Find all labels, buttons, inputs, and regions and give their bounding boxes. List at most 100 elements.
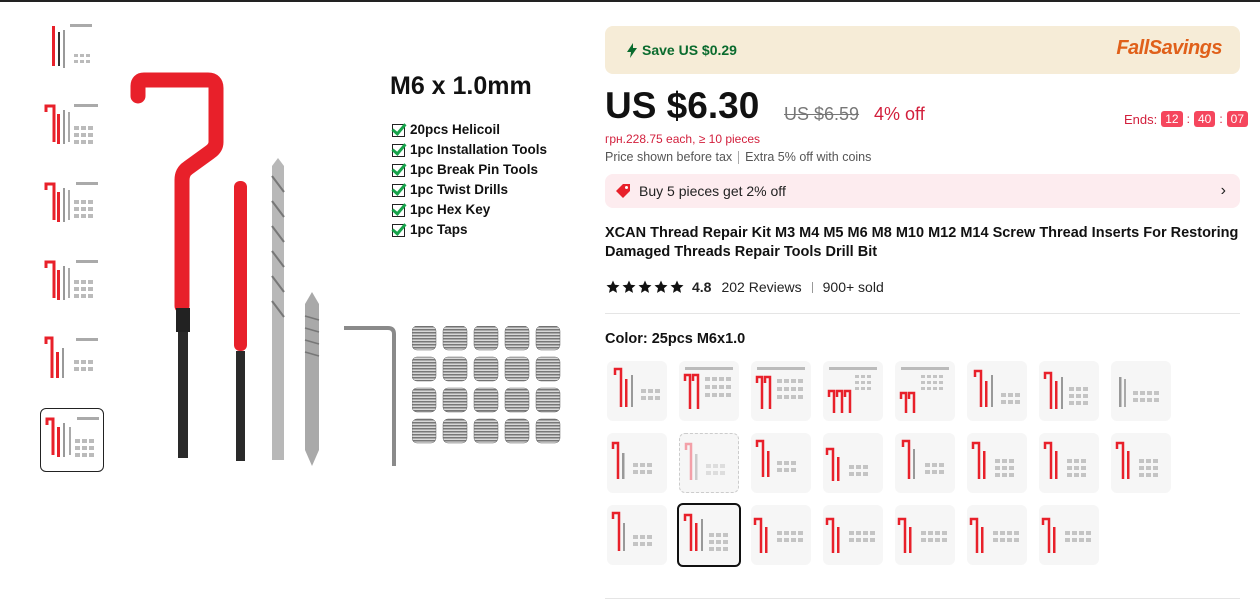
divider — [811, 281, 813, 293]
color-swatch[interactable] — [823, 433, 883, 493]
product-title: XCAN Thread Repair Kit M3 M4 M5 M6 M8 M1… — [605, 225, 1239, 260]
image-contents-item: 1pc Taps — [392, 220, 547, 240]
product-thumbnail-icon — [755, 439, 796, 477]
color-swatch[interactable] — [607, 433, 667, 493]
section-divider — [605, 313, 1240, 314]
color-swatch[interactable] — [607, 361, 667, 421]
image-contents-item: 20pcs Helicoil — [392, 120, 547, 140]
color-swatch[interactable] — [823, 361, 883, 421]
product-thumbnail-icon — [1115, 441, 1158, 479]
checkbox-icon — [392, 183, 405, 197]
checkbox-icon — [392, 123, 405, 137]
color-swatch[interactable] — [1039, 505, 1099, 565]
color-swatch[interactable] — [751, 505, 811, 565]
timer-minutes: 40 — [1193, 111, 1216, 127]
product-thumbnail-icon — [825, 447, 868, 481]
product-thumbnail-icon — [45, 417, 99, 457]
thumbnail-1[interactable] — [40, 18, 104, 82]
star-icon — [622, 280, 636, 293]
color-swatch[interactable] — [1111, 433, 1171, 493]
savings-banner: Save US $0.29 FallSavings — [605, 26, 1240, 74]
ends-label: Ends: — [1124, 111, 1158, 127]
color-swatch-selected[interactable] — [677, 503, 741, 567]
save-amount: Save US $0.29 — [627, 42, 737, 58]
color-swatch[interactable] — [679, 433, 739, 493]
product-thumbnail-icon — [611, 511, 652, 551]
sold-count: 900+ sold — [822, 279, 884, 295]
thumbnail-2[interactable] — [40, 96, 104, 160]
reviews-link[interactable]: 202 Reviews — [721, 279, 801, 295]
checkbox-icon — [392, 163, 405, 177]
bulk-price-note: грн.228.75 each, ≥ 10 pieces — [605, 132, 761, 146]
product-thumbnail-icon — [44, 182, 98, 222]
product-thumbnail-icon — [899, 367, 949, 413]
bulk-promo-banner[interactable]: Buy 5 pieces get 2% off › — [605, 174, 1240, 208]
product-thumbnail-icon — [827, 367, 877, 413]
image-contents-item: 1pc Twist Drills — [392, 180, 547, 200]
star-icon — [638, 280, 652, 293]
current-price: US $6.30 — [605, 85, 760, 126]
thumbnail-3[interactable] — [40, 174, 104, 238]
color-swatch[interactable] — [679, 361, 739, 421]
color-swatch[interactable] — [895, 505, 955, 565]
rating-score: 4.8 — [692, 279, 712, 295]
original-price: US $6.59 — [784, 104, 860, 124]
color-swatch[interactable] — [895, 361, 955, 421]
product-thumbnail-icon — [684, 442, 725, 480]
product-thumbnail-icon — [1119, 377, 1159, 407]
image-contents-list: 20pcs Helicoil 1pc Installation Tools 1p… — [392, 120, 547, 240]
product-thumbnail-icon — [1043, 441, 1086, 479]
color-swatch[interactable] — [751, 361, 811, 421]
discount-percent: 4% off — [874, 104, 925, 124]
thumbnail-6[interactable] — [40, 408, 104, 472]
checkbox-icon — [392, 203, 405, 217]
product-thumbnail-icon — [1043, 371, 1088, 409]
star-icon — [606, 280, 620, 293]
divider — [738, 151, 740, 164]
color-selection-label: Color: 25pcs M6x1.0 — [605, 331, 746, 347]
thumbnail-5[interactable] — [40, 330, 104, 394]
countdown-timer: Ends: 12 : 40 : 07 — [1124, 111, 1249, 127]
section-divider — [605, 598, 1240, 599]
tax-note: Price shown before tax — [605, 150, 733, 164]
color-swatch[interactable] — [751, 433, 811, 493]
product-thumbnail-icon — [1041, 517, 1091, 553]
color-swatch[interactable] — [895, 433, 955, 493]
star-rating — [606, 280, 684, 294]
product-thumbnail-icon — [901, 439, 944, 479]
product-thumbnail-icon — [52, 24, 92, 68]
color-swatch[interactable] — [823, 505, 883, 565]
product-thumbnail-icon — [973, 369, 1020, 407]
color-swatch[interactable] — [967, 361, 1027, 421]
lightning-icon — [627, 42, 637, 58]
rating-row: 4.8 202 Reviews 900+ sold — [606, 279, 884, 295]
timer-separator: : — [1219, 112, 1223, 126]
color-swatch[interactable] — [1039, 433, 1099, 493]
product-thumbnail-icon — [971, 441, 1014, 479]
checkbox-icon — [392, 143, 405, 157]
checkbox-icon — [392, 223, 405, 237]
fall-savings-logo: FallSavings — [1116, 37, 1222, 59]
color-swatch[interactable] — [967, 433, 1027, 493]
coins-note: Extra 5% off with coins — [745, 150, 872, 164]
image-contents-item: 1pc Break Pin Tools — [392, 160, 547, 180]
tax-note-row: Price shown before tax Extra 5% off with… — [605, 150, 871, 164]
top-border — [0, 0, 1260, 2]
timer-seconds: 07 — [1226, 111, 1249, 127]
thumbnail-strip — [40, 18, 106, 486]
chevron-right-icon: › — [1220, 182, 1226, 199]
product-thumbnail-icon — [613, 367, 660, 407]
product-thumbnail-icon — [44, 336, 98, 378]
thumbnail-4[interactable] — [40, 252, 104, 316]
product-thumbnail-icon — [44, 104, 98, 144]
color-swatch[interactable] — [607, 505, 667, 565]
product-thumbnail-icon — [753, 517, 803, 553]
color-swatch[interactable] — [967, 505, 1027, 565]
timer-separator: : — [1186, 112, 1190, 126]
product-thumbnail-icon — [44, 260, 98, 300]
star-icon — [654, 280, 668, 293]
image-contents-item: 1pc Installation Tools — [392, 140, 547, 160]
timer-hours: 12 — [1161, 111, 1183, 127]
color-swatch[interactable] — [1111, 361, 1171, 421]
color-swatch[interactable] — [1039, 361, 1099, 421]
